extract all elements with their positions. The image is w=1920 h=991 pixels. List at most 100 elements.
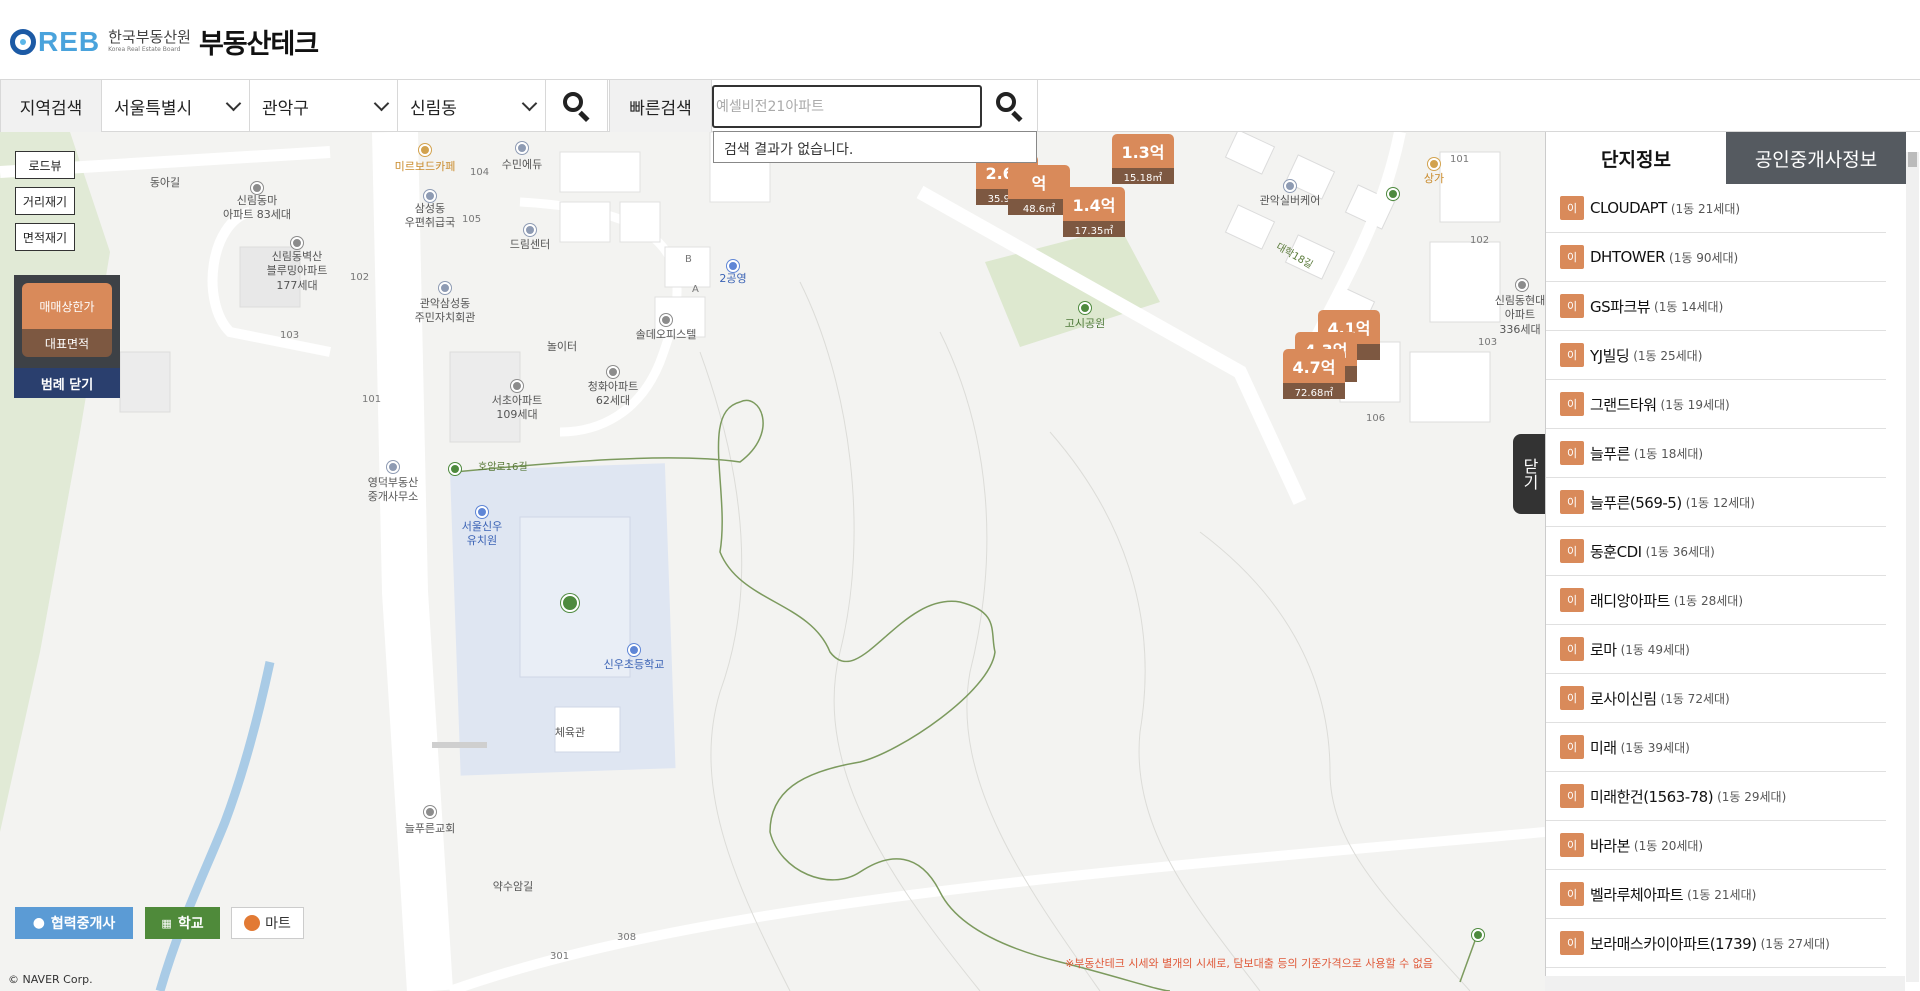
price-marker[interactable]: 4.7억 72.68㎡: [1283, 349, 1345, 399]
panel-scrollbar[interactable]: [1906, 152, 1919, 982]
panel-horizontal-scrollbar[interactable]: [1545, 976, 1905, 991]
complex-count: (1동 12세대): [1685, 495, 1755, 510]
app-root: REB 한국부동산원 Korea Real Estate Board 부동산테크…: [0, 0, 1920, 991]
complex-list-item[interactable]: 이 늘푸른(569-5) (1동 12세대): [1546, 478, 1886, 527]
school-marker-icon[interactable]: [561, 594, 579, 612]
site-logo[interactable]: REB 한국부동산원 Korea Real Estate Board 부동산테크: [10, 22, 319, 61]
map-label: 신림동마 아파트 83세대: [222, 194, 292, 222]
complex-name: 바라본: [1590, 836, 1630, 855]
complex-tag-badge: 이: [1560, 490, 1584, 514]
building-number: 102: [1470, 235, 1490, 246]
roadview-button[interactable]: 로드뷰: [15, 151, 75, 179]
scrollbar-thumb[interactable]: [1908, 152, 1917, 167]
trail-start-icon: [449, 463, 461, 475]
search-icon: [995, 92, 1024, 123]
complex-tag-badge: 이: [1560, 686, 1584, 710]
legend-close-button[interactable]: 범례 닫기: [14, 368, 120, 398]
chevron-down-icon: [521, 95, 538, 112]
distance-measure-button[interactable]: 거리재기: [15, 187, 75, 215]
map-label: 관악실버케어: [1259, 194, 1321, 207]
tab-complex-info[interactable]: 단지정보: [1546, 132, 1726, 184]
city-select[interactable]: 서울특별시: [102, 80, 250, 132]
region-search-label: 지역검색: [0, 80, 102, 132]
building-number: 301: [550, 951, 570, 962]
complex-tag-badge: 이: [1560, 196, 1584, 220]
complex-tag-badge: 이: [1560, 931, 1584, 955]
map-label: 신림동벽산 블루밍아파트 177세대: [266, 250, 328, 292]
complex-list-item[interactable]: 이 YJ빌딩 (1동 25세대): [1546, 331, 1886, 380]
apartment-icon: [1516, 279, 1528, 291]
quick-search-input[interactable]: [716, 98, 980, 115]
panel-close-tab[interactable]: 닫기: [1513, 434, 1545, 514]
region-search-button[interactable]: [546, 80, 608, 132]
complex-list-item[interactable]: 이 벨라루체아파트 (1동 21세대): [1546, 870, 1886, 919]
partner-agents-button[interactable]: ● 협력중개사: [15, 907, 133, 939]
map-label: 영덕부동산 중개사무소: [367, 476, 419, 504]
complex-tag-badge: 이: [1560, 539, 1584, 563]
quick-search-field[interactable]: [712, 85, 982, 128]
kindergarten-icon: [476, 506, 488, 518]
mart-button[interactable]: 마트: [231, 907, 304, 939]
road-label: 호암로16길: [478, 462, 528, 473]
price-marker-area: 17.35㎡: [1063, 221, 1125, 237]
complex-list-item[interactable]: 이 보라매스카이아파트(1739) (1동 27세대): [1546, 919, 1886, 968]
complex-tag-badge: 이: [1560, 392, 1584, 416]
building-number: 101: [1450, 154, 1470, 165]
complex-count: (1동 19세대): [1660, 397, 1730, 412]
complex-count: (1동 29세대): [1717, 789, 1787, 804]
complex-list-item[interactable]: 이 바라본 (1동 20세대): [1546, 821, 1886, 870]
complex-list-item[interactable]: 이 늘푸른 (1동 18세대): [1546, 429, 1886, 478]
complex-list-item[interactable]: 이 그랜드타워 (1동 19세대): [1546, 380, 1886, 429]
complex-name: GS파크뷰: [1590, 297, 1651, 316]
school-label: 학교: [177, 916, 204, 932]
price-marker[interactable]: 1.4억 17.35㎡: [1063, 187, 1125, 237]
complex-list-item[interactable]: 이 로마 (1동 49세대): [1546, 625, 1886, 674]
map-label: 고시공원: [1064, 317, 1106, 330]
price-marker-price: 1.3억: [1112, 134, 1174, 168]
complex-tag-badge: 이: [1560, 637, 1584, 661]
complex-tag-badge: 이: [1560, 294, 1584, 318]
area-measure-button[interactable]: 면적재기: [15, 223, 75, 251]
price-marker-price: 4.7억: [1283, 349, 1345, 383]
complex-list-item[interactable]: 이 GS파크뷰 (1동 14세대): [1546, 282, 1886, 331]
post-office-icon: [424, 190, 436, 202]
complex-count: (1동 21세대): [1687, 887, 1757, 902]
complex-tag-badge: 이: [1560, 882, 1584, 906]
dong-select[interactable]: 신림동: [398, 80, 546, 132]
map-legend: 매매상한가 대표면적 범례 닫기: [14, 275, 120, 398]
complex-name: 벨라루체아파트: [1590, 885, 1684, 904]
logo-ring-icon: [10, 28, 36, 55]
building-number: A: [692, 284, 699, 295]
complex-tag-badge: 이: [1560, 441, 1584, 465]
park-icon: [1079, 302, 1091, 314]
site-header: REB 한국부동산원 Korea Real Estate Board 부동산테크: [0, 0, 1920, 80]
map-canvas[interactable]: 동아길 신림동마 아파트 83세대 신림동벽산 블루밍아파트 177세대 미르보…: [0, 132, 1545, 991]
map-label: 삼성동 우편취급국: [404, 202, 456, 230]
site-title: 부동산테크: [198, 29, 319, 60]
price-marker[interactable]: 1.3억 15.18㎡: [1112, 134, 1174, 184]
org-name: 한국부동산원: [108, 28, 191, 46]
tab-agent-info[interactable]: 공인중개사정보: [1726, 132, 1906, 184]
complex-list-item[interactable]: 이 래디앙아파트 (1동 28세대): [1546, 576, 1886, 625]
chevron-down-icon: [225, 95, 242, 112]
complex-list-item[interactable]: 이 DHTOWER (1동 90세대): [1546, 233, 1886, 282]
complex-tag-badge: 이: [1560, 588, 1584, 612]
complex-list-item[interactable]: 이 CLOUDAPT (1동 21세대): [1546, 184, 1886, 233]
quick-search-button[interactable]: [982, 80, 1038, 132]
complex-list-item[interactable]: 이 미래 (1동 39세대): [1546, 723, 1886, 772]
complex-list-item[interactable]: 이 동훈CDI (1동 36세대): [1546, 527, 1886, 576]
price-marker[interactable]: 억 48.6㎡: [1008, 165, 1070, 215]
complex-count: (1동 21세대): [1670, 201, 1741, 216]
complex-count: (1동 39세대): [1620, 740, 1690, 755]
apartment-icon: [251, 182, 263, 194]
complex-list-item[interactable]: 이 미래한건(1563-78) (1동 29세대): [1546, 772, 1886, 821]
complex-count: (1동 28세대): [1673, 593, 1744, 608]
partner-agents-label: 협력중개사: [50, 916, 116, 932]
complex-list-item[interactable]: 이 로사이신림 (1동 72세대): [1546, 674, 1886, 723]
district-select[interactable]: 관악구: [250, 80, 398, 132]
org-name-block: 한국부동산원 Korea Real Estate Board: [108, 30, 191, 53]
complex-tag-badge: 이: [1560, 784, 1584, 808]
quick-search-label: 빠른검색: [609, 80, 712, 132]
realtor-icon: [387, 461, 399, 473]
school-button[interactable]: ▦ 학교: [145, 907, 220, 939]
